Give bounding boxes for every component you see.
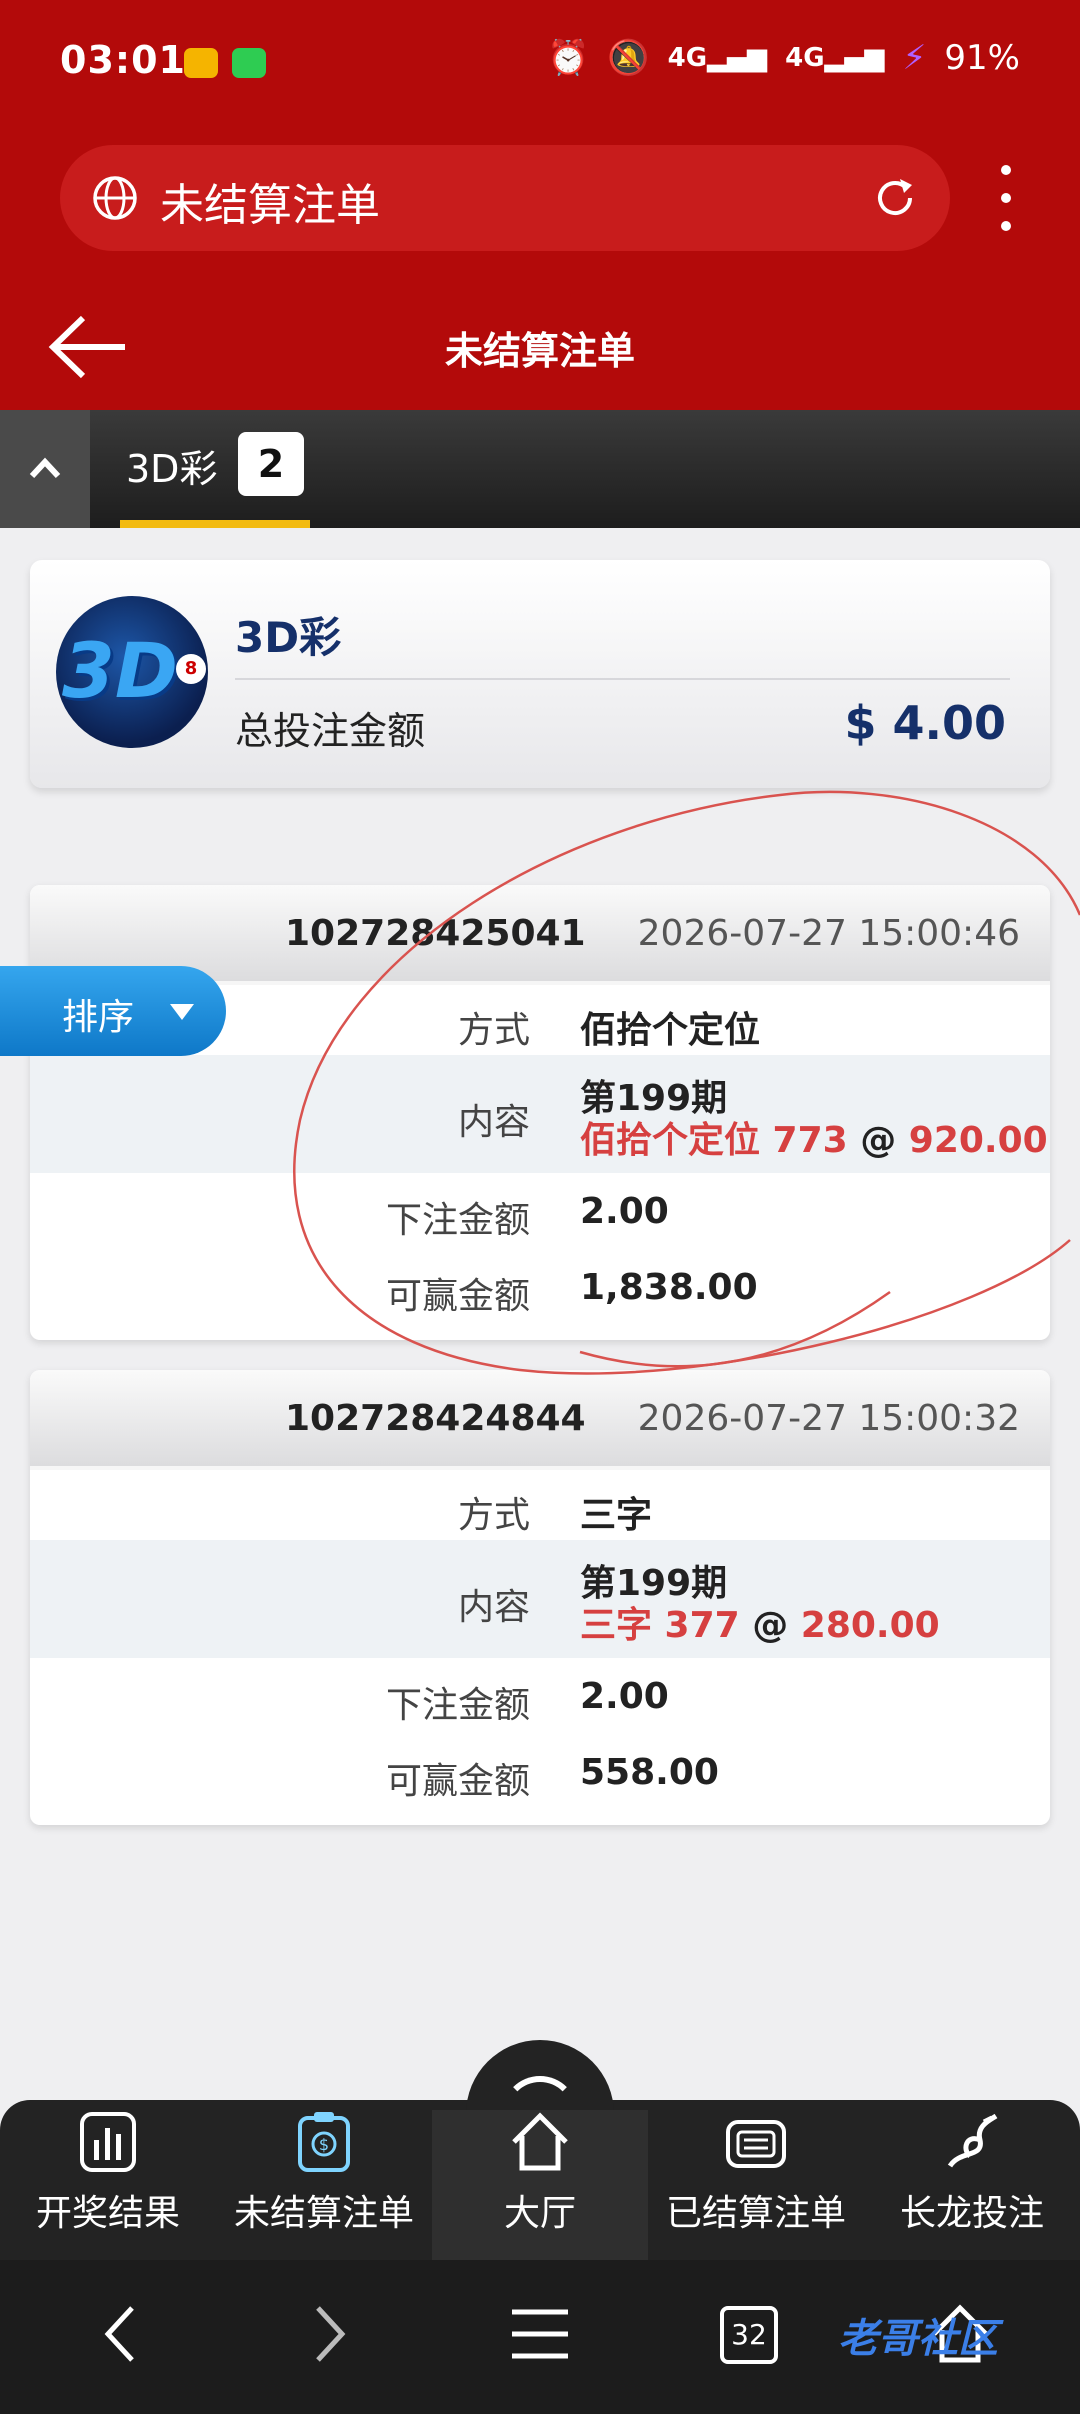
status-bar: 03:01 ⏰ 🔕 4G▂▄▆ 4G▂▄▆ ⚡ 91% — [0, 0, 1080, 130]
bet-id: 102728424844 — [285, 1398, 586, 1439]
globe-icon — [93, 176, 137, 220]
home-icon — [512, 2112, 568, 2171]
win-label: 可赢金额 — [385, 1761, 530, 1802]
win-value: 1,838.00 — [580, 1267, 758, 1308]
bet-row-win: 可赢金额 1,838.00 — [30, 1249, 1050, 1329]
network-type-2: 4G — [785, 43, 825, 73]
svg-text:$: $ — [319, 2135, 329, 2154]
sort-button[interactable]: 排序 — [0, 966, 226, 1056]
tab-count-badge: 2 — [238, 432, 304, 496]
bet-row-method: 方式 三字 — [30, 1470, 1050, 1540]
nav-label: 未结算注单 — [233, 2193, 414, 2234]
chevron-up-icon — [29, 457, 61, 479]
nav-draw-results[interactable]: 开奖结果 — [0, 2110, 216, 2260]
content-label: 内容 — [457, 1102, 530, 1143]
tab-label: 3D彩 — [126, 447, 218, 491]
sort-label: 排序 — [62, 997, 135, 1038]
bet-time: 2026-07-27 15:00:46 — [637, 913, 1020, 954]
method-label: 方式 — [457, 1010, 530, 1051]
ticket-icon — [726, 2120, 786, 2168]
at-sign: @ — [752, 1605, 789, 1646]
total-bet-amount: $ 4.00 — [844, 696, 1006, 750]
stake-label: 下注金额 — [385, 1200, 530, 1241]
nav-label: 已结算注单 — [665, 2193, 846, 2234]
nav-label: 大厅 — [503, 2193, 576, 2234]
reload-icon[interactable] — [870, 173, 920, 223]
bet-card: 102728425041 2026-07-27 15:00:46 方式 佰拾个定… — [30, 885, 1050, 1340]
game-tab-bar: 3D彩 2 — [0, 410, 1080, 528]
summary-card: 3D 8 3D彩 总投注金额 $ 4.00 — [30, 560, 1050, 788]
url-bar[interactable]: 未结算注单 — [60, 145, 950, 251]
nav-long-dragon[interactable]: 长龙投注 — [864, 2110, 1080, 2260]
alarm-icon: ⏰ — [546, 38, 590, 78]
nav-label: 长龙投注 — [899, 2193, 1044, 2234]
clipboard-dollar-icon: $ — [298, 2112, 350, 2172]
3d-lottery-logo: 3D 8 — [56, 596, 208, 748]
method-value: 佰拾个定位 — [580, 1010, 761, 1051]
stake-value: 2.00 — [580, 1191, 669, 1232]
more-menu-icon[interactable] — [986, 165, 1026, 235]
odds-value: 280.00 — [800, 1605, 940, 1646]
bet-time: 2026-07-27 15:00:32 — [637, 1398, 1020, 1439]
bet-row-content: 内容 第199期 佰拾个定位 773 @ 920.00 — [30, 1055, 1050, 1173]
watermark-logo: 老哥社区 — [838, 2316, 998, 2362]
bet-row-content: 内容 第199期 三字 377 @ 280.00 — [30, 1540, 1050, 1658]
bet-card: 102728424844 2026-07-27 15:00:32 方式 三字 内… — [30, 1370, 1050, 1825]
win-label: 可赢金额 — [385, 1276, 530, 1317]
divider — [235, 678, 1010, 680]
charging-icon: ⚡ — [902, 38, 927, 78]
nav-lobby[interactable]: 大厅 — [432, 2110, 648, 2260]
method-value: 三字 — [580, 1495, 653, 1536]
total-bet-label: 总投注金额 — [235, 709, 426, 753]
url-title: 未结算注单 — [160, 180, 380, 231]
dropdown-triangle-icon — [170, 1004, 194, 1020]
stake-value: 2.00 — [580, 1676, 669, 1717]
content-detail: 佰拾个定位 773 @ 920.00 — [580, 1111, 1048, 1163]
status-right: ⏰ 🔕 4G▂▄▆ 4G▂▄▆ ⚡ 91% — [547, 38, 1020, 78]
collapse-button[interactable] — [0, 410, 90, 528]
odds-value: 920.00 — [908, 1120, 1048, 1161]
browser-forward-icon[interactable] — [310, 2302, 350, 2366]
network-type-1: 4G — [667, 43, 708, 73]
at-sign: @ — [860, 1120, 897, 1161]
browser-back-icon[interactable] — [100, 2302, 140, 2366]
page-title: 未结算注单 — [444, 329, 635, 373]
logo-ball: 8 — [176, 654, 206, 684]
win-value: 558.00 — [580, 1752, 719, 1793]
content-type: 佰拾个定位 773 — [580, 1120, 848, 1161]
bet-row-stake: 下注金额 2.00 — [30, 1658, 1050, 1734]
nav-label: 开奖结果 — [35, 2193, 180, 2234]
bet-id: 102728425041 — [285, 913, 586, 954]
content-detail: 三字 377 @ 280.00 — [580, 1596, 940, 1648]
hamburger-menu-icon[interactable] — [510, 2302, 570, 2366]
bet-row-stake: 下注金额 2.00 — [30, 1173, 1050, 1249]
bet-card-header: 102728424844 2026-07-27 15:00:32 — [30, 1370, 1050, 1470]
message-notification-icon — [232, 48, 266, 78]
mute-icon: 🔕 — [607, 38, 650, 78]
logo-text: 3D — [62, 626, 178, 715]
battery-level: 91% — [944, 38, 1020, 78]
content-type: 三字 377 — [580, 1605, 740, 1646]
mail-notification-icon — [184, 48, 218, 78]
dragon-icon — [947, 2113, 998, 2168]
signal-icon-2: 4G▂▄▆ — [785, 43, 885, 73]
tab-count-button[interactable]: 32 — [720, 2306, 778, 2364]
game-name: 3D彩 — [235, 613, 342, 662]
tab-3d[interactable]: 3D彩 2 — [120, 410, 310, 528]
bet-row-win: 可赢金额 558.00 — [30, 1734, 1050, 1814]
nav-unsettled-bets[interactable]: $ 未结算注单 — [216, 2110, 432, 2260]
content-label: 内容 — [457, 1587, 530, 1628]
status-time: 03:01 — [60, 38, 186, 82]
page-header: 未结算注单 — [0, 290, 1080, 410]
stake-label: 下注金额 — [385, 1685, 530, 1726]
signal-icon: 4G▂▄▆ — [667, 43, 768, 73]
nav-settled-bets[interactable]: 已结算注单 — [648, 2110, 864, 2260]
method-label: 方式 — [457, 1495, 530, 1536]
bar-chart-icon — [80, 2112, 136, 2172]
